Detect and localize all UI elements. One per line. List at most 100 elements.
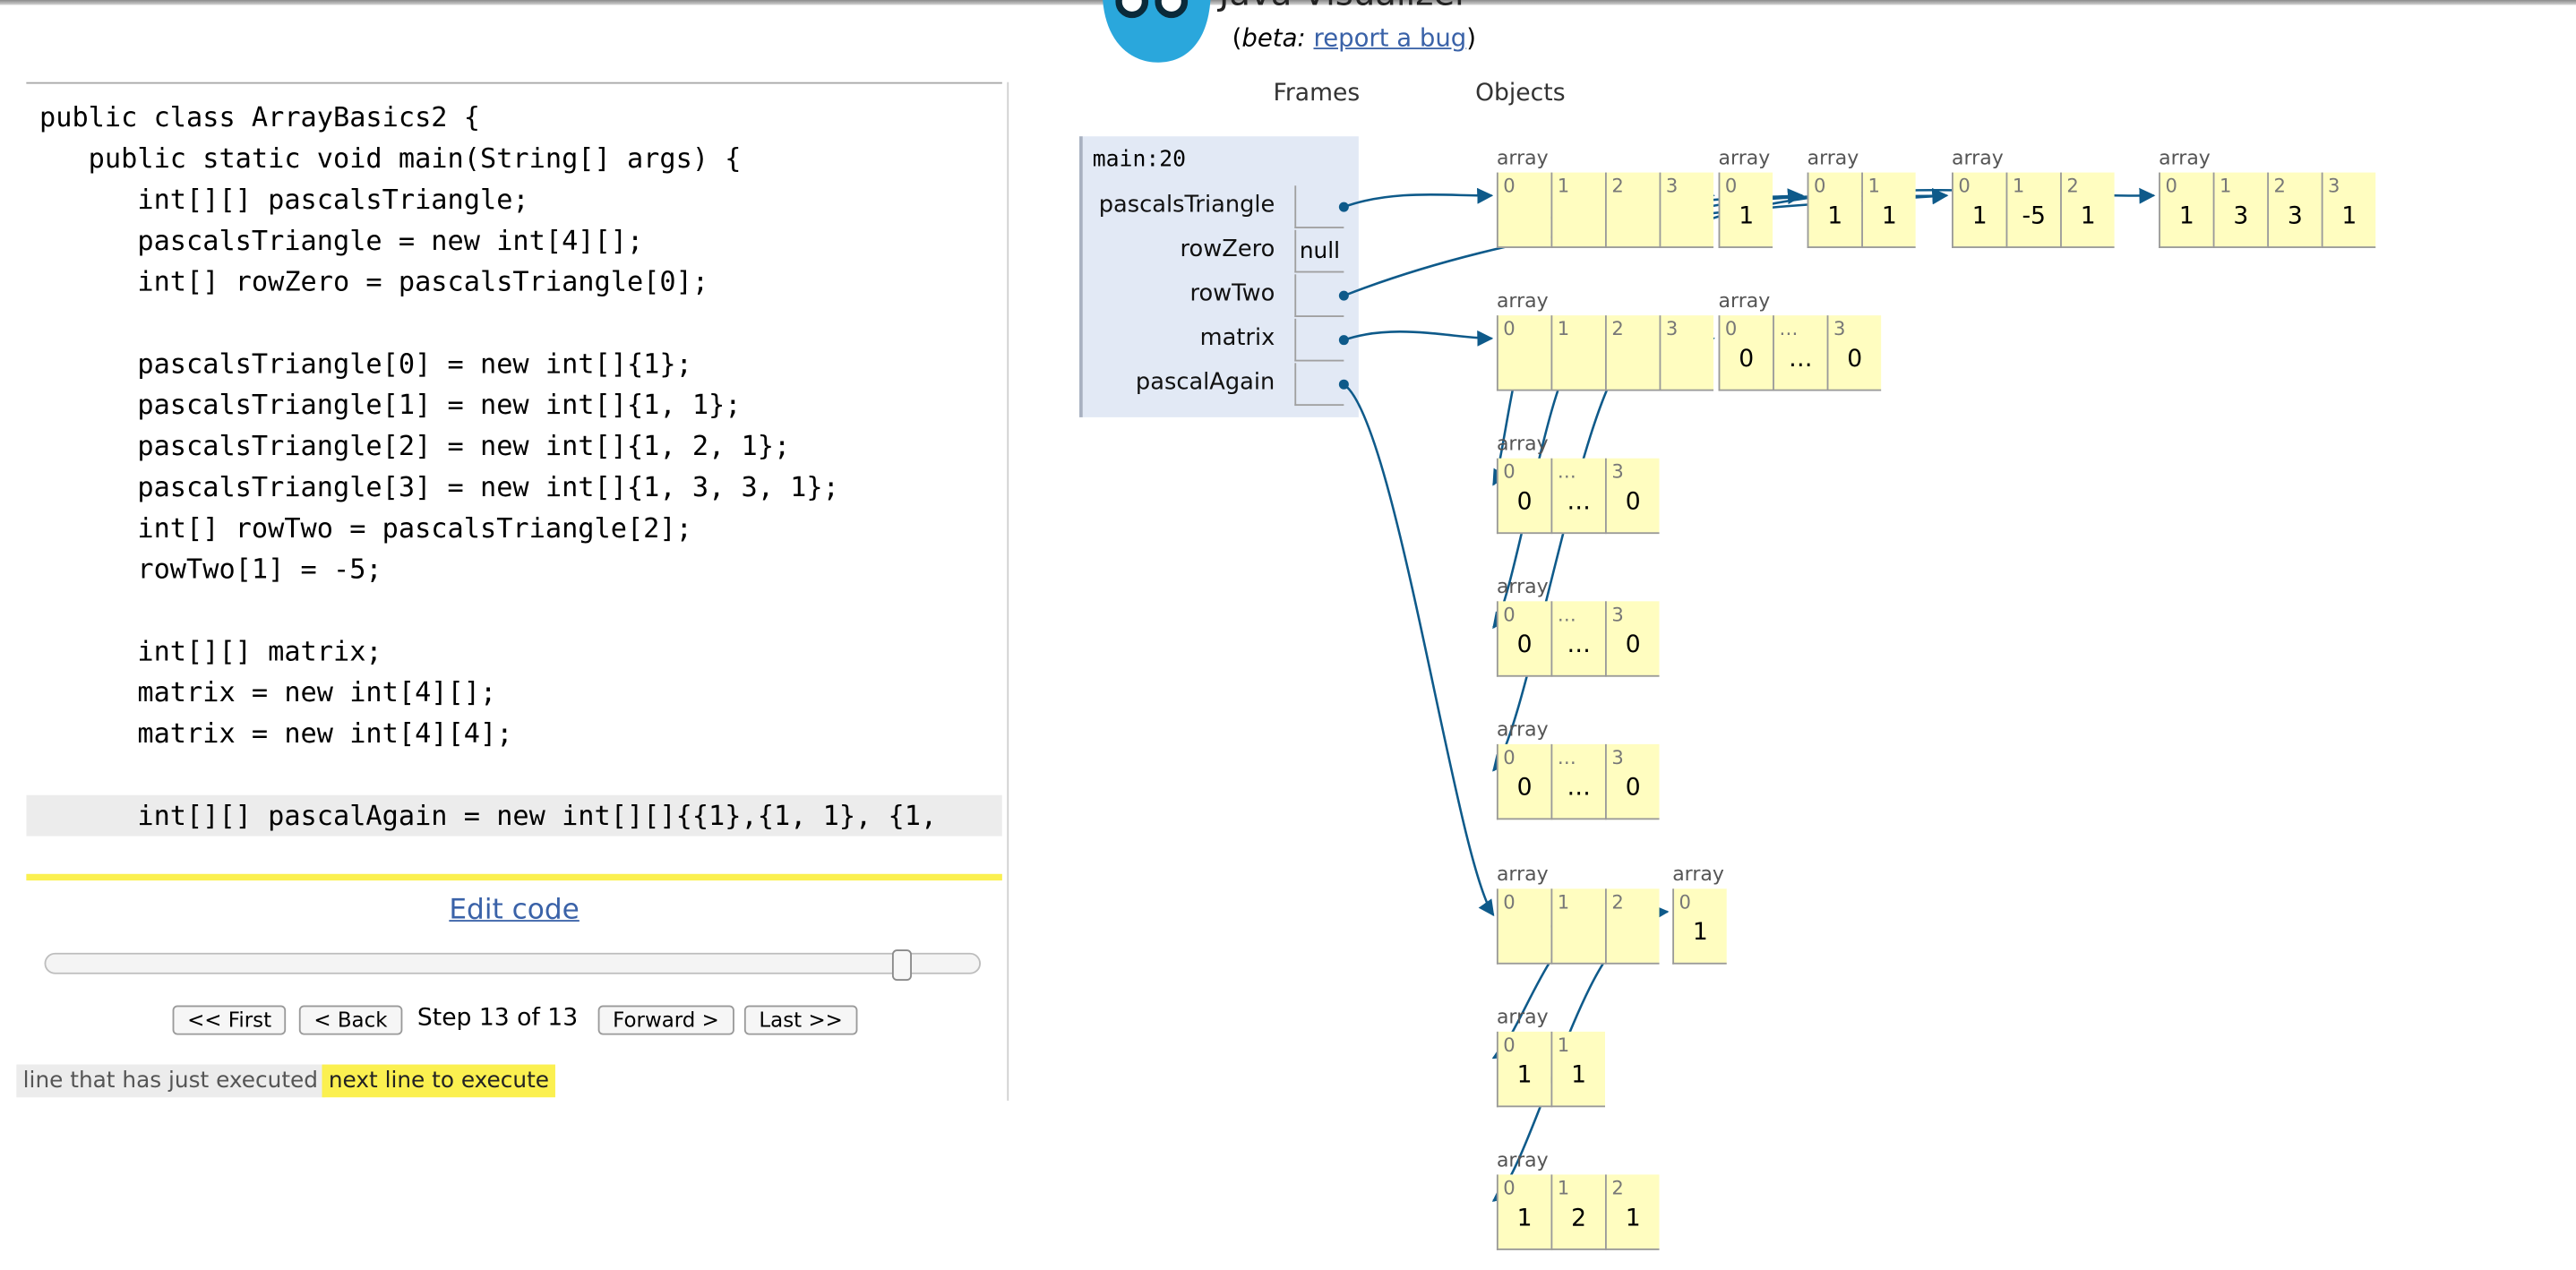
array-index: 3: [1665, 316, 1679, 340]
frame-variable-slot: [1294, 363, 1344, 407]
array-label: array: [1496, 717, 1549, 742]
array-cell: 01: [1496, 1031, 1551, 1108]
frame-variable-name: rowTwo: [1189, 280, 1275, 307]
array-value: 1: [1516, 1062, 1533, 1090]
array-cell: 13: [2212, 172, 2268, 248]
array-index: …: [1557, 459, 1576, 484]
array-label: array: [1718, 288, 1771, 313]
array-index: 1: [1557, 1176, 1570, 1199]
array-index: …: [1557, 745, 1576, 769]
array-label: array: [1807, 146, 1859, 169]
array-cell: 2: [1604, 172, 1660, 248]
array-index: 2: [2066, 174, 2079, 198]
array-cell: 01: [1952, 172, 2006, 248]
array-index: 2: [1611, 1176, 1624, 1199]
array-value: 3: [2287, 203, 2303, 230]
array-index: 3: [1611, 745, 1624, 769]
array-label: array: [1496, 432, 1549, 456]
frame-variable-name: pascalsTriangle: [1098, 192, 1275, 219]
array-index: 2: [2273, 174, 2286, 198]
array-value: 1: [1625, 1206, 1641, 1232]
array-cell: 00: [1496, 601, 1551, 677]
array-cell: 12: [1550, 1174, 1605, 1250]
array-index: …: [1779, 316, 1799, 340]
array-value: 1: [2178, 203, 2194, 230]
array-cell: ……: [1550, 458, 1605, 535]
array-value: 0: [1516, 775, 1533, 802]
array-index: 0: [1679, 890, 1691, 914]
array-label: array: [1672, 862, 1724, 886]
frame-variable-slot: [1294, 318, 1344, 362]
array-index: 0: [1813, 174, 1826, 198]
array-value: 1: [1571, 1062, 1587, 1090]
array-value: …: [1567, 775, 1591, 802]
array-cell: 01: [1496, 1174, 1551, 1250]
array-value: …: [1788, 347, 1813, 373]
array-cell: 30: [1604, 743, 1660, 820]
array-index: 0: [1724, 174, 1738, 198]
array-cell: 2: [1604, 888, 1660, 965]
array-value: 1: [1827, 203, 1843, 230]
array-cell: 01: [1672, 888, 1727, 965]
array-value: 1: [1881, 203, 1897, 230]
array-label: array: [1496, 574, 1549, 598]
array-index: 3: [2328, 174, 2340, 198]
array-index: …: [1557, 603, 1576, 626]
array-value: 0: [1739, 347, 1755, 373]
array-label: array: [1718, 146, 1771, 169]
array-cell: 11: [1861, 172, 1916, 248]
array-index: 0: [1503, 890, 1516, 914]
array-value: 1: [1739, 203, 1755, 230]
array-cell: 21: [2060, 172, 2115, 248]
array-cell: 01: [2159, 172, 2213, 248]
array-label: array: [1496, 1005, 1549, 1029]
array-label: array: [1496, 862, 1549, 886]
array-cell: 00: [1718, 315, 1773, 391]
array-value: 1: [1516, 1206, 1533, 1232]
array-cell: 1: [1550, 315, 1605, 391]
frame-variable-name: pascalAgain: [1135, 369, 1275, 397]
array-label: array: [1496, 146, 1549, 169]
array-index: 1: [1557, 890, 1570, 914]
array-value: -5: [2022, 203, 2046, 230]
array-cell: ……: [1550, 601, 1605, 677]
array-index: 0: [1503, 174, 1516, 198]
array-cell: 01: [1718, 172, 1773, 248]
array-cell: 00: [1496, 458, 1551, 535]
frame-variable-slot: [1294, 185, 1344, 228]
array-value: 0: [1625, 775, 1641, 802]
array-label: array: [1952, 146, 2004, 169]
array-value: 0: [1516, 489, 1533, 516]
array-index: 1: [2012, 174, 2025, 198]
arrow-pascalAgain: [1343, 383, 1495, 917]
array-index: 0: [1503, 745, 1516, 769]
array-index: 3: [1833, 316, 1846, 340]
array-index: 1: [1868, 174, 1880, 198]
array-cell: 31: [2321, 172, 2376, 248]
java-visualizer-page: Java Visualizer (beta: report a bug) pub…: [0, 0, 2576, 1262]
array-index: 0: [1503, 459, 1516, 484]
frame-variable-value: null: [1299, 237, 1341, 265]
frame-variable-name: matrix: [1199, 325, 1275, 352]
array-value: 0: [1625, 632, 1641, 659]
array-cell: 30: [1826, 315, 1882, 391]
array-index: 0: [1503, 316, 1516, 340]
arrow-matrix: [1343, 330, 1494, 347]
array-value: 2: [1571, 1206, 1587, 1232]
array-value: …: [1567, 632, 1591, 659]
array-value: …: [1567, 489, 1591, 516]
array-cell: 0: [1496, 888, 1551, 965]
array-index: 0: [1724, 316, 1738, 340]
array-cell: ……: [1550, 743, 1605, 820]
array-index: 0: [1503, 1033, 1516, 1057]
array-value: 0: [1847, 347, 1863, 373]
array-cell: 11: [1550, 1031, 1605, 1108]
array-index: 1: [2219, 174, 2232, 198]
array-cell: 01: [1807, 172, 1862, 248]
array-cell: 1: [1550, 888, 1605, 965]
frame-variable-name: rowZero: [1180, 236, 1275, 263]
array-index: 3: [1611, 603, 1624, 626]
array-index: 1: [1557, 1033, 1570, 1057]
array-cell: 21: [1604, 1174, 1660, 1250]
array-label: array: [1496, 288, 1549, 313]
